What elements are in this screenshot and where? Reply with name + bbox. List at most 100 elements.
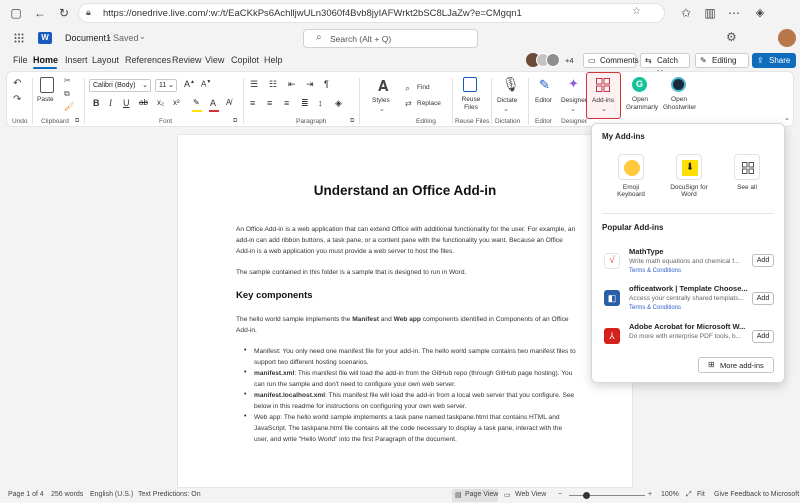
terms-link[interactable]: Terms & Conditions: [629, 305, 681, 311]
word-logo-icon[interactable]: W: [38, 32, 52, 44]
app-launcher-icon[interactable]: [14, 33, 24, 43]
add-mathtype-button[interactable]: Add: [752, 254, 774, 267]
undo-icon[interactable]: ↶: [13, 78, 21, 89]
dialog-launcher-icon[interactable]: ⧉: [350, 118, 354, 125]
see-all-tile[interactable]: [734, 154, 760, 180]
reuse-files-label[interactable]: Reuse Files: [457, 96, 485, 112]
refresh-icon[interactable]: ↻: [56, 5, 72, 21]
justify-icon[interactable]: ≣: [301, 98, 309, 109]
underline-icon[interactable]: U: [123, 98, 130, 108]
user-avatar[interactable]: [778, 29, 796, 47]
menu-review[interactable]: Review: [172, 55, 202, 65]
menu-layout[interactable]: Layout: [92, 55, 119, 65]
shrink-font-icon[interactable]: A▼: [201, 79, 211, 89]
add-ins-button[interactable]: Add-ins ⌄: [586, 72, 621, 119]
italic-icon[interactable]: I: [109, 98, 112, 108]
superscript-icon[interactable]: x²: [173, 98, 180, 107]
cut-icon[interactable]: ✂: [64, 76, 71, 85]
zoom-in-icon[interactable]: +: [648, 491, 652, 498]
designer-icon[interactable]: ✦: [568, 76, 579, 92]
replace-label[interactable]: Replace: [417, 100, 441, 107]
microphone-icon[interactable]: 🎙︎: [502, 76, 520, 93]
copilot-browser-icon[interactable]: ◈: [752, 5, 768, 21]
shading-icon[interactable]: ◈: [335, 98, 342, 109]
emoji-keyboard-tile[interactable]: [618, 154, 644, 180]
find-icon[interactable]: ⌕: [405, 83, 410, 94]
fit-label[interactable]: Fit: [697, 491, 705, 498]
editor-icon[interactable]: ✎: [539, 77, 550, 93]
dialog-launcher-icon[interactable]: ⧉: [75, 118, 79, 125]
favorite-star-icon[interactable]: ☆: [632, 6, 641, 17]
comments-button[interactable]: ▭ Comments: [583, 53, 639, 68]
document-page[interactable]: Understand an Office Add-in An Office Ad…: [177, 134, 633, 488]
strikethrough-icon[interactable]: ab: [139, 98, 148, 107]
zoom-slider[interactable]: [569, 495, 645, 496]
font-color-icon[interactable]: A: [210, 98, 216, 108]
open-ghostwriter-label[interactable]: Open Ghostwriter: [663, 96, 696, 112]
fit-icon[interactable]: ⤢: [686, 491, 692, 499]
collections-icon[interactable]: ▥: [702, 5, 718, 21]
numbering-icon[interactable]: ☷: [269, 79, 277, 90]
more-add-ins-button[interactable]: ⊞ More add-ins: [698, 357, 774, 373]
chevron-down-icon[interactable]: ⌄: [139, 32, 146, 41]
bullets-icon[interactable]: ☰: [250, 79, 258, 90]
copy-icon[interactable]: ⧉: [64, 89, 70, 99]
emoji-keyboard-label[interactable]: Emoji Keyboard: [606, 184, 656, 198]
zoom-level[interactable]: 100%: [661, 491, 679, 498]
add-officeatwork-button[interactable]: Add: [752, 292, 774, 305]
menu-references[interactable]: References: [125, 55, 171, 65]
grow-font-icon[interactable]: A▲: [184, 79, 195, 89]
paragraph-mark-icon[interactable]: ¶: [324, 79, 329, 89]
ribbon-options-chevron-icon[interactable]: ⌄: [784, 114, 790, 122]
favorites-icon[interactable]: ✩: [678, 5, 694, 21]
font-size-select[interactable]: 11 ⌄: [155, 79, 177, 92]
menu-file[interactable]: File: [13, 55, 28, 65]
catch-up-button[interactable]: ⇆ Catch Up: [640, 53, 690, 78]
format-painter-icon[interactable]: 🖌︎: [64, 102, 74, 111]
web-view-label[interactable]: Web View: [515, 491, 546, 498]
clear-formatting-icon[interactable]: A̸: [226, 98, 231, 107]
page-count[interactable]: Page 1 of 4: [8, 491, 44, 498]
chevron-down-icon[interactable]: ⌄: [503, 105, 509, 113]
dictate-label[interactable]: Dictate: [497, 97, 517, 104]
share-button[interactable]: ⇪ Share ⌄: [752, 53, 796, 78]
align-center-icon[interactable]: ≡: [267, 98, 272, 108]
document-title[interactable]: Document1: [65, 33, 111, 43]
menu-view[interactable]: View: [205, 55, 224, 65]
chevron-down-icon[interactable]: ⌄: [379, 105, 385, 113]
styles-label[interactable]: Styles: [372, 97, 390, 104]
feedback-link[interactable]: Give Feedback to Microsoft: [714, 491, 799, 498]
subscript-icon[interactable]: x₂: [157, 98, 164, 107]
ghostwriter-icon[interactable]: [671, 77, 686, 92]
web-view-icon[interactable]: ▭: [504, 491, 511, 499]
back-icon[interactable]: ←: [32, 5, 48, 21]
grammarly-icon[interactable]: G: [632, 77, 647, 92]
menu-help[interactable]: Help: [264, 55, 283, 65]
font-name-select[interactable]: Calibri (Body) ⌄: [89, 79, 151, 92]
add-adobe-acrobat-button[interactable]: Add: [752, 330, 774, 343]
text-predictions[interactable]: Text Predictions: On: [138, 491, 201, 498]
menu-home[interactable]: Home: [33, 55, 58, 65]
zoom-out-icon[interactable]: −: [558, 491, 562, 498]
styles-icon[interactable]: 𝐀: [378, 78, 388, 95]
terms-link[interactable]: Terms & Conditions: [629, 268, 681, 274]
docusign-label[interactable]: DocuSign for Word: [662, 184, 716, 198]
paste-icon[interactable]: [40, 77, 54, 93]
settings-gear-icon[interactable]: ⚙: [726, 30, 737, 44]
more-options-icon[interactable]: ⋯: [726, 5, 742, 21]
menu-copilot[interactable]: Copilot: [231, 55, 259, 65]
designer-label[interactable]: Designer: [561, 97, 587, 104]
tab-actions-icon[interactable]: ▢: [8, 5, 24, 21]
collaborator-count[interactable]: +4: [565, 56, 574, 65]
editor-label[interactable]: Editor: [535, 97, 552, 104]
editing-mode-button[interactable]: ✎ Editing ⌄: [695, 53, 749, 78]
paste-label[interactable]: Paste: [37, 96, 54, 103]
address-bar[interactable]: 🔒︎ https://onedrive.live.com/:w:/t/EaCKk…: [78, 3, 665, 23]
find-label[interactable]: Find: [417, 84, 430, 91]
bold-icon[interactable]: B: [93, 98, 100, 108]
page-view-button[interactable]: ▤ Page View: [452, 489, 498, 502]
replace-icon[interactable]: ⇄: [405, 99, 412, 108]
align-left-icon[interactable]: ≡: [250, 98, 255, 108]
language[interactable]: English (U.S.): [90, 491, 133, 498]
dialog-launcher-icon[interactable]: ⧉: [233, 118, 237, 125]
